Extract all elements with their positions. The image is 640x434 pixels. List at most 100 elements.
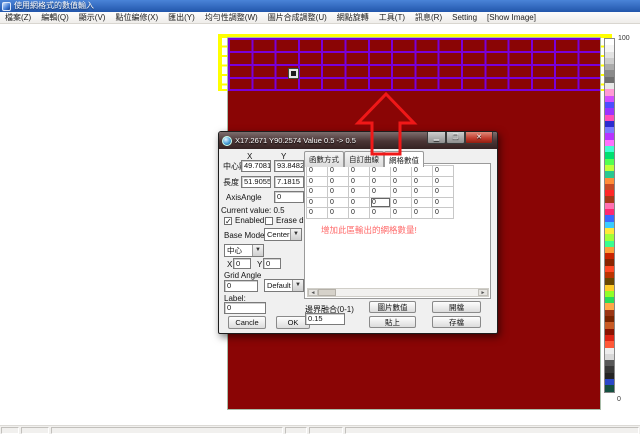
grid-cell[interactable]: 0 bbox=[433, 197, 454, 208]
app-icon bbox=[2, 2, 11, 11]
menu-item-3[interactable]: 點位編修(X) bbox=[110, 12, 163, 23]
image-values-button[interactable]: 圖片數值 bbox=[369, 301, 416, 313]
grid-cell[interactable]: 0 bbox=[433, 176, 454, 187]
table-row: 0000000 bbox=[307, 176, 454, 187]
status-bar bbox=[0, 425, 640, 434]
grid-cell[interactable]: 0 bbox=[370, 176, 391, 187]
grid-cell[interactable]: 0 bbox=[349, 176, 370, 187]
length-y-field[interactable]: 7.1815 bbox=[274, 176, 304, 188]
grid-cell[interactable]: 0 bbox=[328, 208, 349, 219]
base-mode-label: Base Mode bbox=[224, 231, 264, 240]
length-label: 長度 bbox=[223, 177, 239, 188]
grid-cell[interactable]: 0 bbox=[307, 197, 328, 208]
center-y-field[interactable]: 93.8482 bbox=[274, 160, 304, 172]
checkbox-empty-icon bbox=[265, 217, 273, 225]
menu-item-7[interactable]: 網點旋轉 bbox=[332, 12, 374, 23]
grid-cell[interactable]: 0 bbox=[391, 176, 412, 187]
base-mode-select[interactable]: Center ▼ bbox=[264, 228, 302, 241]
length-x-field[interactable]: 51.9055 bbox=[241, 176, 271, 188]
grid-cell[interactable]: 0 bbox=[391, 166, 412, 177]
y-offset-field[interactable]: 0 bbox=[263, 258, 281, 269]
current-value-text: Current value: 0.5 bbox=[221, 206, 285, 215]
grid-values-table: 00000000000000000000000000000000000 bbox=[306, 165, 454, 219]
minimize-icon[interactable]: ▁ bbox=[427, 132, 446, 144]
grid-cell[interactable]: 0 bbox=[307, 166, 328, 177]
grid-cell[interactable]: 0 bbox=[412, 197, 433, 208]
menu-item-6[interactable]: 圖片合成調整(U) bbox=[263, 12, 332, 23]
chevron-down-icon: ▼ bbox=[252, 245, 263, 256]
menu-item-11[interactable]: [Show Image] bbox=[482, 12, 541, 23]
paste-button[interactable]: 貼上 bbox=[369, 316, 416, 328]
menu-item-2[interactable]: 顯示(V) bbox=[74, 12, 111, 23]
grid-cell[interactable]: 0 bbox=[328, 176, 349, 187]
grid-cell[interactable]: 0 bbox=[391, 187, 412, 198]
grid-cell[interactable]: 0 bbox=[307, 208, 328, 219]
open-file-button[interactable]: 開檔 bbox=[432, 301, 481, 313]
hint-text: 增加此區輸出的網格數量! bbox=[321, 224, 417, 236]
grid-cell[interactable]: 0 bbox=[370, 187, 391, 198]
tab-1[interactable]: 自訂曲線 bbox=[344, 151, 384, 167]
grid-cell[interactable]: 0 bbox=[307, 176, 328, 187]
axis-angle-field[interactable]: 0 bbox=[274, 191, 304, 203]
dialog-icon bbox=[222, 136, 232, 146]
grid-cell[interactable]: 0 bbox=[391, 208, 412, 219]
tab-0[interactable]: 函數方式 bbox=[304, 151, 344, 167]
blend-field[interactable]: 0.15 bbox=[305, 313, 345, 325]
table-row: 0000000 bbox=[307, 208, 454, 219]
center-x-field[interactable]: 49.7081 bbox=[241, 160, 271, 172]
close-icon[interactable]: ✕ bbox=[465, 132, 493, 144]
cancel-button[interactable]: Cancle bbox=[228, 316, 266, 329]
grid-cell[interactable]: 0 bbox=[433, 187, 454, 198]
statusbar-panel bbox=[1, 427, 19, 434]
scroll-right-icon[interactable]: ► bbox=[478, 289, 488, 296]
enabled-label: Enabled bbox=[235, 216, 264, 225]
dialog-window-buttons: ▁ ❐ ✕ bbox=[427, 132, 493, 144]
window-titlebar: 使用網格式的數值輸入 bbox=[0, 0, 640, 12]
grid-cell[interactable]: 0 bbox=[391, 197, 412, 208]
menu-item-8[interactable]: 工具(T) bbox=[374, 12, 410, 23]
grid-cell[interactable]: 0 bbox=[328, 197, 349, 208]
checkbox-check-icon: ✓ bbox=[224, 217, 232, 225]
chevron-down-icon: ▼ bbox=[292, 280, 303, 291]
grid-cell[interactable]: 0 bbox=[370, 208, 391, 219]
y-label: Y bbox=[257, 260, 262, 269]
maximize-icon[interactable]: ❐ bbox=[446, 132, 465, 144]
grid-cell[interactable]: 0 bbox=[349, 197, 370, 208]
grid-cell[interactable]: 0 bbox=[349, 166, 370, 177]
anchor-select[interactable]: 中心 ▼ bbox=[224, 244, 264, 257]
table-row: 0000000 bbox=[307, 187, 454, 198]
grid-angle-field[interactable]: 0 bbox=[224, 280, 258, 292]
menu-item-9[interactable]: 訊息(R) bbox=[410, 12, 447, 23]
menu-item-1[interactable]: 編輯(Q) bbox=[36, 12, 74, 23]
grid-cell[interactable]: 0 bbox=[433, 208, 454, 219]
grid-cell[interactable]: 0 bbox=[412, 187, 433, 198]
menu-item-4[interactable]: 匯出(Y) bbox=[163, 12, 200, 23]
label-field[interactable]: 0 bbox=[224, 302, 266, 314]
grid-cell[interactable]: 0 bbox=[412, 176, 433, 187]
grid-cell[interactable]: 0 bbox=[412, 208, 433, 219]
menu-item-0[interactable]: 檔案(Z) bbox=[0, 12, 36, 23]
grid-cell[interactable]: 0 bbox=[307, 187, 328, 198]
grid-angle-mode-select[interactable]: Default ▼ bbox=[264, 279, 304, 292]
grid-cell[interactable]: 0 bbox=[328, 187, 349, 198]
grid-cell[interactable]: 0 bbox=[349, 208, 370, 219]
grid-cell[interactable]: 0 bbox=[349, 187, 370, 198]
grid-cell[interactable]: 0 bbox=[370, 166, 391, 177]
horizontal-scrollbar[interactable]: ◄ ► bbox=[307, 288, 489, 297]
menu-item-10[interactable]: Setting bbox=[447, 12, 482, 23]
enabled-checkbox[interactable]: ✓ Enabled bbox=[224, 216, 264, 225]
axis-angle-label: AxisAngle bbox=[226, 193, 262, 202]
tab-2[interactable]: 網格數值 bbox=[384, 151, 424, 167]
save-file-button[interactable]: 存檔 bbox=[432, 316, 481, 328]
grid-cell[interactable]: 0 bbox=[412, 166, 433, 177]
grid-cell[interactable]: 0 bbox=[370, 197, 391, 208]
scroll-left-icon[interactable]: ◄ bbox=[308, 289, 318, 296]
menu-item-5[interactable]: 均勻性調整(W) bbox=[200, 12, 263, 23]
scrollbar-thumb[interactable] bbox=[318, 289, 336, 296]
table-row: 0000000 bbox=[307, 197, 454, 208]
statusbar-panel bbox=[21, 427, 49, 434]
grid-cell[interactable]: 0 bbox=[328, 166, 349, 177]
x-offset-field[interactable]: 0 bbox=[233, 258, 251, 269]
grid-cell[interactable]: 0 bbox=[433, 166, 454, 177]
chevron-down-icon: ▼ bbox=[290, 229, 301, 240]
